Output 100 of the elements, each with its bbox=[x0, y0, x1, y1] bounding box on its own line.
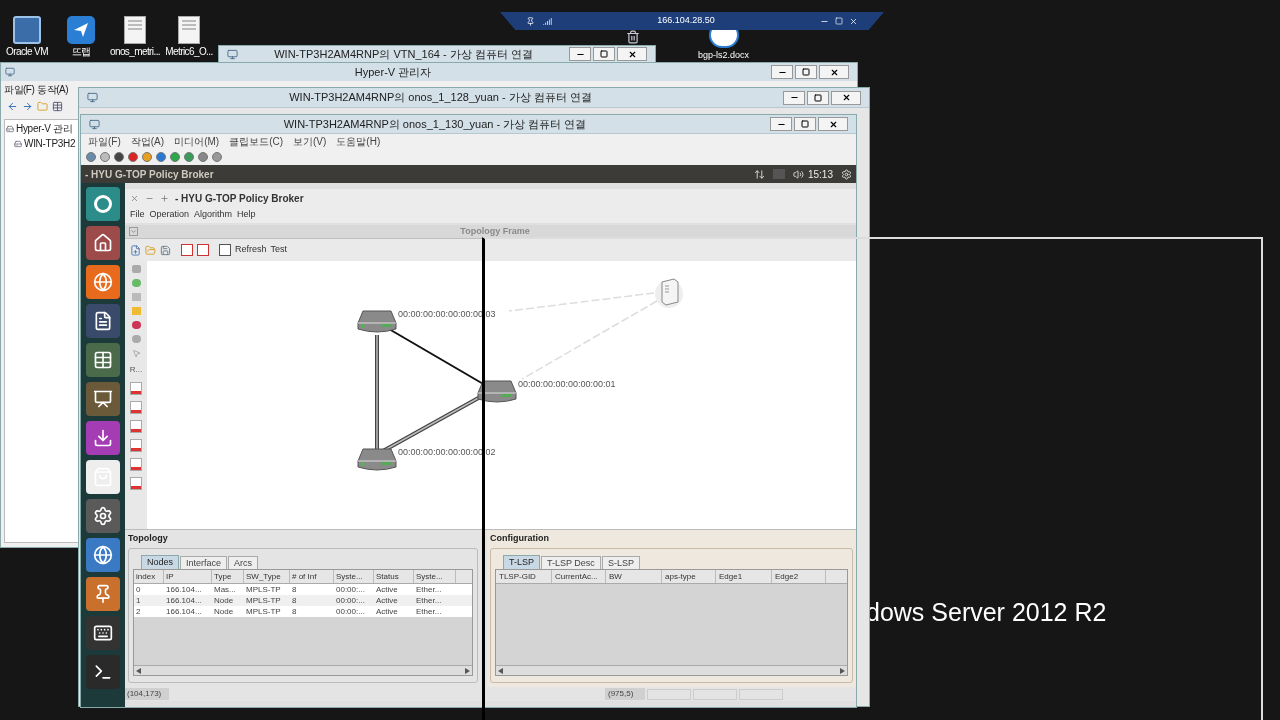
menu-item[interactable]: 클립보드(C) bbox=[229, 134, 283, 149]
share-icon[interactable] bbox=[212, 152, 222, 162]
close-button[interactable] bbox=[831, 90, 861, 105]
column-header[interactable]: CurrentAc... bbox=[552, 569, 606, 583]
close-icon[interactable] bbox=[849, 16, 858, 26]
round-node-tool-icon[interactable] bbox=[131, 321, 141, 329]
shutdown-icon[interactable] bbox=[128, 152, 138, 162]
close-button[interactable] bbox=[617, 47, 647, 61]
lsp-tool-icon[interactable] bbox=[130, 439, 142, 452]
column-header[interactable]: Syste... bbox=[334, 569, 374, 583]
toolbar-button[interactable]: Refresh bbox=[235, 243, 267, 257]
column-header[interactable]: Syste... bbox=[414, 569, 456, 583]
column-header[interactable]: Edge1 bbox=[716, 569, 772, 583]
new-file-icon[interactable] bbox=[130, 244, 141, 256]
pause-icon[interactable] bbox=[156, 152, 166, 162]
tab[interactable]: Arcs bbox=[228, 555, 259, 569]
back-icon[interactable] bbox=[7, 100, 18, 112]
menu-item[interactable]: File bbox=[130, 208, 145, 222]
spreadsheet-icon[interactable] bbox=[86, 343, 120, 377]
lsp-tool-icon[interactable] bbox=[130, 420, 142, 433]
maximize-button[interactable] bbox=[593, 47, 615, 61]
desktop-icon-label[interactable]: bgp-ls2.docx bbox=[698, 50, 750, 60]
checkpoint-icon[interactable] bbox=[184, 152, 194, 162]
horizontal-scrollbar[interactable] bbox=[496, 665, 847, 675]
lsp-tool-icon[interactable] bbox=[130, 477, 142, 490]
terminal-icon[interactable] bbox=[86, 655, 120, 689]
minimize-button[interactable] bbox=[783, 90, 805, 105]
volume-icon[interactable] bbox=[792, 168, 804, 180]
column-header[interactable]: BW bbox=[606, 569, 662, 583]
undo-icon[interactable] bbox=[198, 152, 208, 162]
menu-item[interactable]: 동작(A) bbox=[37, 81, 69, 97]
restore-icon[interactable] bbox=[835, 17, 843, 25]
settings-icon[interactable] bbox=[841, 168, 852, 180]
column-header[interactable]: SW_Type bbox=[244, 569, 290, 583]
forward-icon[interactable] bbox=[22, 100, 33, 112]
minimize-button[interactable] bbox=[569, 47, 591, 61]
column-header[interactable]: TLSP-GID bbox=[496, 569, 552, 583]
pin-icon[interactable] bbox=[526, 16, 535, 26]
tab[interactable]: Nodes bbox=[141, 554, 179, 569]
tree-item[interactable]: Hyper-V 관리 bbox=[16, 121, 73, 136]
save-icon[interactable] bbox=[160, 244, 171, 256]
menu-item[interactable]: 보기(V) bbox=[293, 134, 327, 149]
minimize-button[interactable] bbox=[770, 117, 792, 131]
lsp-tool-icon[interactable] bbox=[181, 244, 193, 256]
recycle-bin-icon[interactable] bbox=[626, 30, 640, 44]
tab[interactable]: S-LSP bbox=[601, 555, 640, 569]
home-folder-icon[interactable] bbox=[86, 226, 120, 260]
column-header[interactable]: IP bbox=[164, 569, 212, 583]
menu-item[interactable]: 파일(F) bbox=[4, 81, 35, 97]
column-header[interactable]: aps-type bbox=[662, 569, 716, 583]
circle-logo-icon[interactable] bbox=[86, 187, 120, 221]
menu-item[interactable]: 작업(A) bbox=[130, 134, 165, 149]
power-icon[interactable] bbox=[100, 152, 110, 162]
document-editor-icon[interactable] bbox=[86, 304, 120, 338]
minimize-button[interactable] bbox=[771, 65, 793, 79]
horizontal-scrollbar[interactable] bbox=[134, 665, 472, 675]
menu-item[interactable]: Algorithm bbox=[194, 208, 233, 222]
tab[interactable]: T-LSP bbox=[503, 554, 540, 569]
lsp-tool-icon[interactable] bbox=[130, 458, 142, 471]
tab[interactable]: T-LSP Desc bbox=[541, 555, 601, 569]
settings-icon[interactable] bbox=[86, 499, 120, 533]
toolbar-button[interactable]: Test bbox=[270, 243, 288, 257]
close-button[interactable] bbox=[818, 117, 848, 131]
menu-item[interactable]: 파일(F) bbox=[88, 134, 121, 149]
tab[interactable]: Interface bbox=[180, 555, 228, 569]
desktop-icon-label[interactable]: Oracle VM bbox=[6, 46, 48, 57]
save-state-icon[interactable] bbox=[142, 152, 152, 162]
close-button[interactable] bbox=[819, 65, 849, 79]
column-header[interactable]: Status bbox=[374, 569, 414, 583]
column-header[interactable]: Type bbox=[212, 569, 244, 583]
gear-icon[interactable] bbox=[86, 152, 96, 162]
globe-icon[interactable] bbox=[86, 538, 120, 572]
maximize-button[interactable] bbox=[807, 90, 829, 105]
menu-item[interactable]: 미디어(M) bbox=[174, 134, 220, 149]
download-icon[interactable] bbox=[86, 421, 120, 455]
globe-icon[interactable] bbox=[86, 265, 120, 299]
menu-item[interactable]: Help bbox=[237, 208, 256, 222]
lsp-tool-icon[interactable] bbox=[130, 382, 142, 395]
stop-icon[interactable] bbox=[114, 152, 124, 162]
maximize-icon[interactable] bbox=[160, 193, 169, 203]
menu-item[interactable]: Operation bbox=[149, 208, 190, 222]
clock[interactable]: 15:13 bbox=[807, 166, 833, 182]
keyboard-icon[interactable] bbox=[86, 616, 120, 650]
play-icon[interactable] bbox=[170, 152, 180, 162]
lsp-tool-icon[interactable] bbox=[130, 401, 142, 414]
menu-item[interactable]: 도움말(H) bbox=[336, 134, 381, 149]
maximize-button[interactable] bbox=[795, 65, 817, 79]
presentation-icon[interactable] bbox=[86, 382, 120, 416]
desktop-icon-label[interactable]: 뜨랩 bbox=[71, 46, 91, 57]
column-header[interactable]: index bbox=[134, 569, 164, 583]
desktop-icon-label[interactable]: Metric6_O... bbox=[165, 46, 213, 57]
network-icon[interactable] bbox=[753, 168, 765, 180]
tree-item[interactable]: WIN-TP3H2 bbox=[24, 136, 76, 151]
table-icon[interactable] bbox=[52, 100, 63, 112]
column-header[interactable]: Edge2 bbox=[772, 569, 826, 583]
column-header[interactable]: # of Inf bbox=[290, 569, 334, 583]
lsp-tool-icon[interactable] bbox=[197, 244, 209, 256]
desktop-icon-label[interactable]: onos_metri... bbox=[110, 46, 160, 57]
route-tool-icon[interactable] bbox=[219, 244, 231, 256]
maximize-button[interactable] bbox=[794, 117, 816, 131]
